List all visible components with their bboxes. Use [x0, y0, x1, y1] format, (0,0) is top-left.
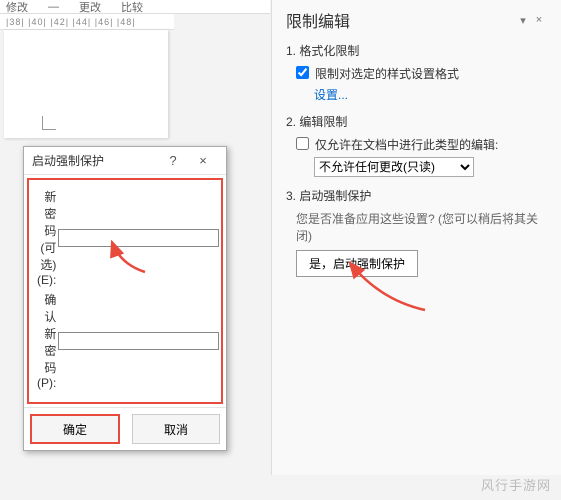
- format-restrict-label: 限制对选定的样式设置格式: [315, 65, 459, 82]
- top-tab-strip: 修改 — 更改 比较: [0, 0, 270, 14]
- edit-restrict-checkbox[interactable]: [296, 137, 309, 150]
- new-password-label: 新密码(可选)(E):: [37, 188, 58, 287]
- section-1-title: 1. 格式化限制: [286, 42, 547, 59]
- cancel-button[interactable]: 取消: [132, 414, 220, 444]
- page-corner-mark: [42, 116, 56, 130]
- format-restrict-checkbox[interactable]: [296, 66, 309, 79]
- help-icon[interactable]: ?: [158, 153, 188, 168]
- ok-button[interactable]: 确定: [30, 414, 120, 444]
- tab-change[interactable]: 更改: [79, 0, 101, 15]
- close-icon[interactable]: ×: [188, 153, 218, 168]
- tab-sep: —: [48, 1, 59, 13]
- new-password-input[interactable]: [58, 229, 219, 247]
- section-2-title: 2. 编辑限制: [286, 113, 547, 130]
- edit-restrict-label: 仅允许在文档中进行此类型的编辑:: [315, 136, 498, 153]
- edit-restrict-row: 仅允许在文档中进行此类型的编辑:: [296, 136, 547, 153]
- section-3-title: 3. 启动强制保护: [286, 187, 547, 204]
- settings-link[interactable]: 设置...: [314, 86, 547, 103]
- dialog-titlebar: 启动强制保护 ? ×: [24, 147, 226, 175]
- panel-title: 限制编辑: [286, 8, 515, 32]
- edit-type-row: 不允许任何更改(只读): [314, 157, 547, 177]
- dialog-title: 启动强制保护: [32, 152, 158, 169]
- confirm-password-input[interactable]: [58, 332, 219, 350]
- dialog-buttons: 确定 取消: [24, 407, 226, 450]
- ruler: |38| |40| |42| |44| |46| |48|: [0, 14, 174, 30]
- restrict-editing-panel: 限制编辑 ▾ × 1. 格式化限制 限制对选定的样式设置格式 设置... 2. …: [271, 0, 561, 475]
- document-page[interactable]: [4, 30, 168, 138]
- panel-header: 限制编辑 ▾ ×: [286, 8, 547, 32]
- format-restrict-row: 限制对选定的样式设置格式: [296, 65, 547, 82]
- password-dialog: 启动强制保护 ? × 新密码(可选)(E): 确认新密码(P): 确定 取消: [23, 146, 227, 451]
- new-password-row: 新密码(可选)(E):: [37, 188, 213, 287]
- watermark: 风行手游网: [481, 475, 551, 494]
- start-enforcement-button[interactable]: 是，启动强制保护: [296, 250, 418, 277]
- section-3-desc: 您是否准备应用这些设置? (您可以稍后将其关闭): [296, 210, 547, 244]
- panel-dropdown-icon[interactable]: ▾: [515, 14, 531, 27]
- edit-type-select[interactable]: 不允许任何更改(只读): [314, 157, 474, 177]
- confirm-password-label: 确认新密码(P):: [37, 291, 58, 390]
- dialog-body: 新密码(可选)(E): 确认新密码(P):: [27, 178, 223, 404]
- confirm-password-row: 确认新密码(P):: [37, 291, 213, 390]
- tab-modify[interactable]: 修改: [6, 0, 28, 15]
- panel-close-icon[interactable]: ×: [531, 14, 547, 26]
- tab-compare[interactable]: 比较: [121, 0, 143, 15]
